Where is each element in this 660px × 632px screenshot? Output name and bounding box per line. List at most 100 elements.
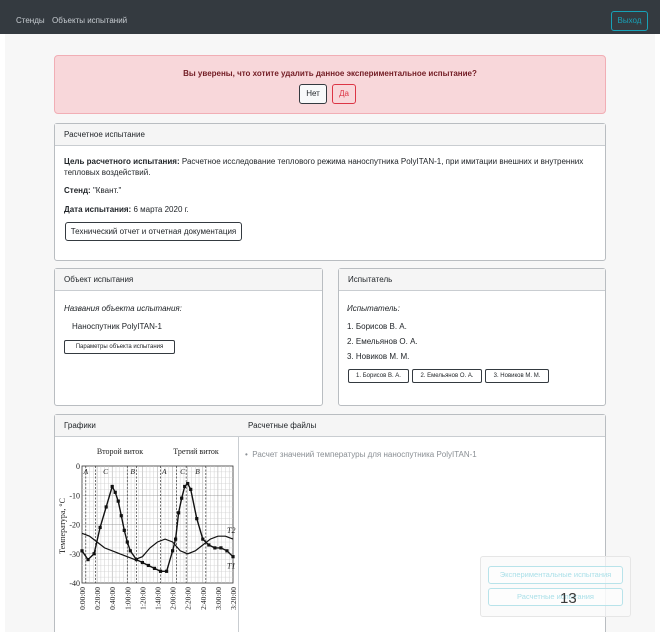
delete-confirmation-alert: Вы уверены, что хотите удалить данное эк…	[54, 55, 606, 114]
graphs-card-header: Графики Расчетные файлы	[55, 415, 605, 437]
chart-point	[104, 505, 108, 509]
temperature-chart: Второй виток Третий виток Температура, °…	[58, 447, 237, 610]
cancel-delete-button[interactable]: Нет	[299, 84, 327, 104]
chart-point	[140, 560, 144, 565]
test-goal-text-cont: тепловых воздействий.	[64, 168, 151, 177]
tester-button-novikov[interactable]: 3. Новиков М. М.	[485, 369, 549, 383]
chart-point	[219, 546, 223, 550]
chart-top-label: Третий виток	[173, 447, 219, 456]
tester-list-item: 3. Новиков М. М.	[347, 352, 410, 361]
calc-file-link[interactable]: • Расчет значений температуры для наносп…	[245, 449, 477, 460]
chart-point	[213, 546, 217, 550]
chart-point	[207, 543, 211, 547]
chart-xtick-label: 3:20:00	[229, 587, 237, 610]
date-value: 6 марта 2020 г.	[133, 205, 189, 214]
chart-xtick-label: 1:20:00	[138, 587, 147, 610]
tester-label: Испытатель:	[347, 304, 400, 313]
chart-point	[201, 537, 205, 541]
chart-zone-label: A	[83, 467, 89, 476]
chart-point	[92, 552, 96, 556]
chart-zone-label: A	[161, 467, 167, 476]
chart-point	[86, 558, 90, 562]
stand-value: "Квант."	[92, 186, 122, 195]
chart-point	[195, 517, 199, 521]
tester-button-borisov[interactable]: 1. Борисов В. А.	[348, 369, 409, 383]
object-params-button[interactable]: Параметры объекта испытания	[64, 340, 175, 354]
tester-card-header: Испытатель	[339, 269, 605, 291]
chart-xtick-label: 3:00:00	[214, 587, 223, 610]
test-date: Дата испытания: 6 марта 2020 г.	[64, 204, 189, 215]
tester-list-item: 1. Борисов В. А.	[347, 322, 407, 331]
tester-list-item: 2. Емельянов О. А.	[347, 337, 418, 346]
nav-link-test-objects[interactable]: Объекты испытаний	[52, 16, 127, 25]
test-goal-label: Цель расчетного испытания:	[64, 157, 180, 166]
chart-point	[164, 569, 169, 573]
chart-ytick-label: -40	[69, 579, 80, 588]
calc-file-name: Расчет значений температуры для наноспут…	[252, 450, 477, 459]
chart-point	[116, 499, 120, 503]
chart-ytick-label: -20	[69, 521, 80, 530]
chart-series-label: T1	[227, 562, 235, 571]
chart-xtick-label: 0:40:00	[108, 587, 117, 610]
chart-point	[80, 549, 84, 553]
object-names-label: Названия объекта испытания:	[64, 304, 182, 313]
chart-point	[98, 525, 102, 530]
chart-grid	[81, 465, 234, 584]
chart-series-label: T2	[227, 526, 235, 535]
test-goal-text: Расчетное исследование теплового режима …	[181, 157, 584, 166]
date-label: Дата испытания:	[64, 205, 132, 214]
chart-point	[174, 537, 178, 541]
chart-point	[171, 549, 175, 553]
chart-point	[158, 569, 163, 573]
object-name: Наноспутник PolyITAN-1	[72, 322, 163, 331]
chart-ytick-label: 0	[76, 462, 80, 471]
top-navbar: Стенды Объекты испытаний Выход	[0, 0, 660, 34]
chart-xtick-label: 2:40:00	[199, 587, 208, 610]
experimental-tests-button[interactable]: Экспериментальные испытания	[488, 566, 623, 584]
chart-xtick-label: 0:00:00	[78, 587, 87, 610]
chart-zone-label: B	[130, 467, 135, 476]
technical-report-button[interactable]: Технический отчет и отчетная документаци…	[65, 222, 242, 241]
chart-point	[152, 566, 157, 570]
files-header: Расчетные файлы	[248, 421, 317, 430]
chart-point	[225, 549, 229, 553]
chart-point	[122, 528, 126, 532]
chart-xtick-label: 1:40:00	[154, 587, 163, 610]
test-card-header: Расчетное испытание	[55, 124, 605, 146]
nav-link-stands[interactable]: Стенды	[16, 16, 45, 25]
chart-point	[119, 514, 123, 518]
chart-ytick-label: -10	[69, 491, 80, 500]
tester-button-emelyanov[interactable]: 2. Емельянов О. А.	[412, 369, 482, 383]
chart-xtick-label: 1:00:00	[123, 587, 132, 610]
logout-button[interactable]: Выход	[611, 11, 648, 31]
chart-top-label: Второй виток	[97, 447, 143, 456]
chart-xticks: 0:00:00 0:20:00 0:40:00 1:00:00 1:20:00 1:40:…	[78, 587, 237, 610]
object-card-header: Объект испытания	[55, 269, 322, 291]
chart-yticks: 0 -10 -20 -30 -40	[69, 462, 80, 588]
page-number: 13	[560, 590, 577, 607]
chart-point	[183, 484, 187, 489]
chart-point	[113, 490, 117, 494]
stand-label: Стенд:	[64, 186, 91, 195]
chart-ylabel: Температура, °С	[58, 498, 67, 554]
chart-point	[125, 540, 129, 544]
delete-confirmation-message: Вы уверены, что хотите удалить данное эк…	[183, 69, 477, 78]
chart-point	[146, 563, 151, 568]
chart-point	[180, 496, 184, 500]
calculated-tests-button[interactable]: Расчетные испытания	[488, 588, 623, 606]
chart-point	[189, 487, 193, 491]
chart-ytick-label: -30	[69, 550, 80, 559]
graphs-header: Графики	[64, 421, 96, 430]
chart-point	[231, 555, 235, 559]
chart-xtick-label: 2:20:00	[184, 587, 193, 610]
confirm-delete-button[interactable]: Да	[332, 84, 356, 104]
test-object-card: Объект испытания	[54, 268, 323, 406]
chart-xtick-label: 2:00:00	[169, 587, 178, 610]
chart-point	[177, 511, 181, 515]
card-divider	[238, 437, 239, 632]
chart-point	[110, 484, 114, 489]
test-goal: Цель расчетного испытания: Расчетное исс…	[64, 156, 599, 167]
test-stand: Стенд: "Квант."	[64, 185, 121, 196]
chart-xtick-label: 0:20:00	[93, 587, 102, 610]
chart-point	[186, 481, 190, 486]
